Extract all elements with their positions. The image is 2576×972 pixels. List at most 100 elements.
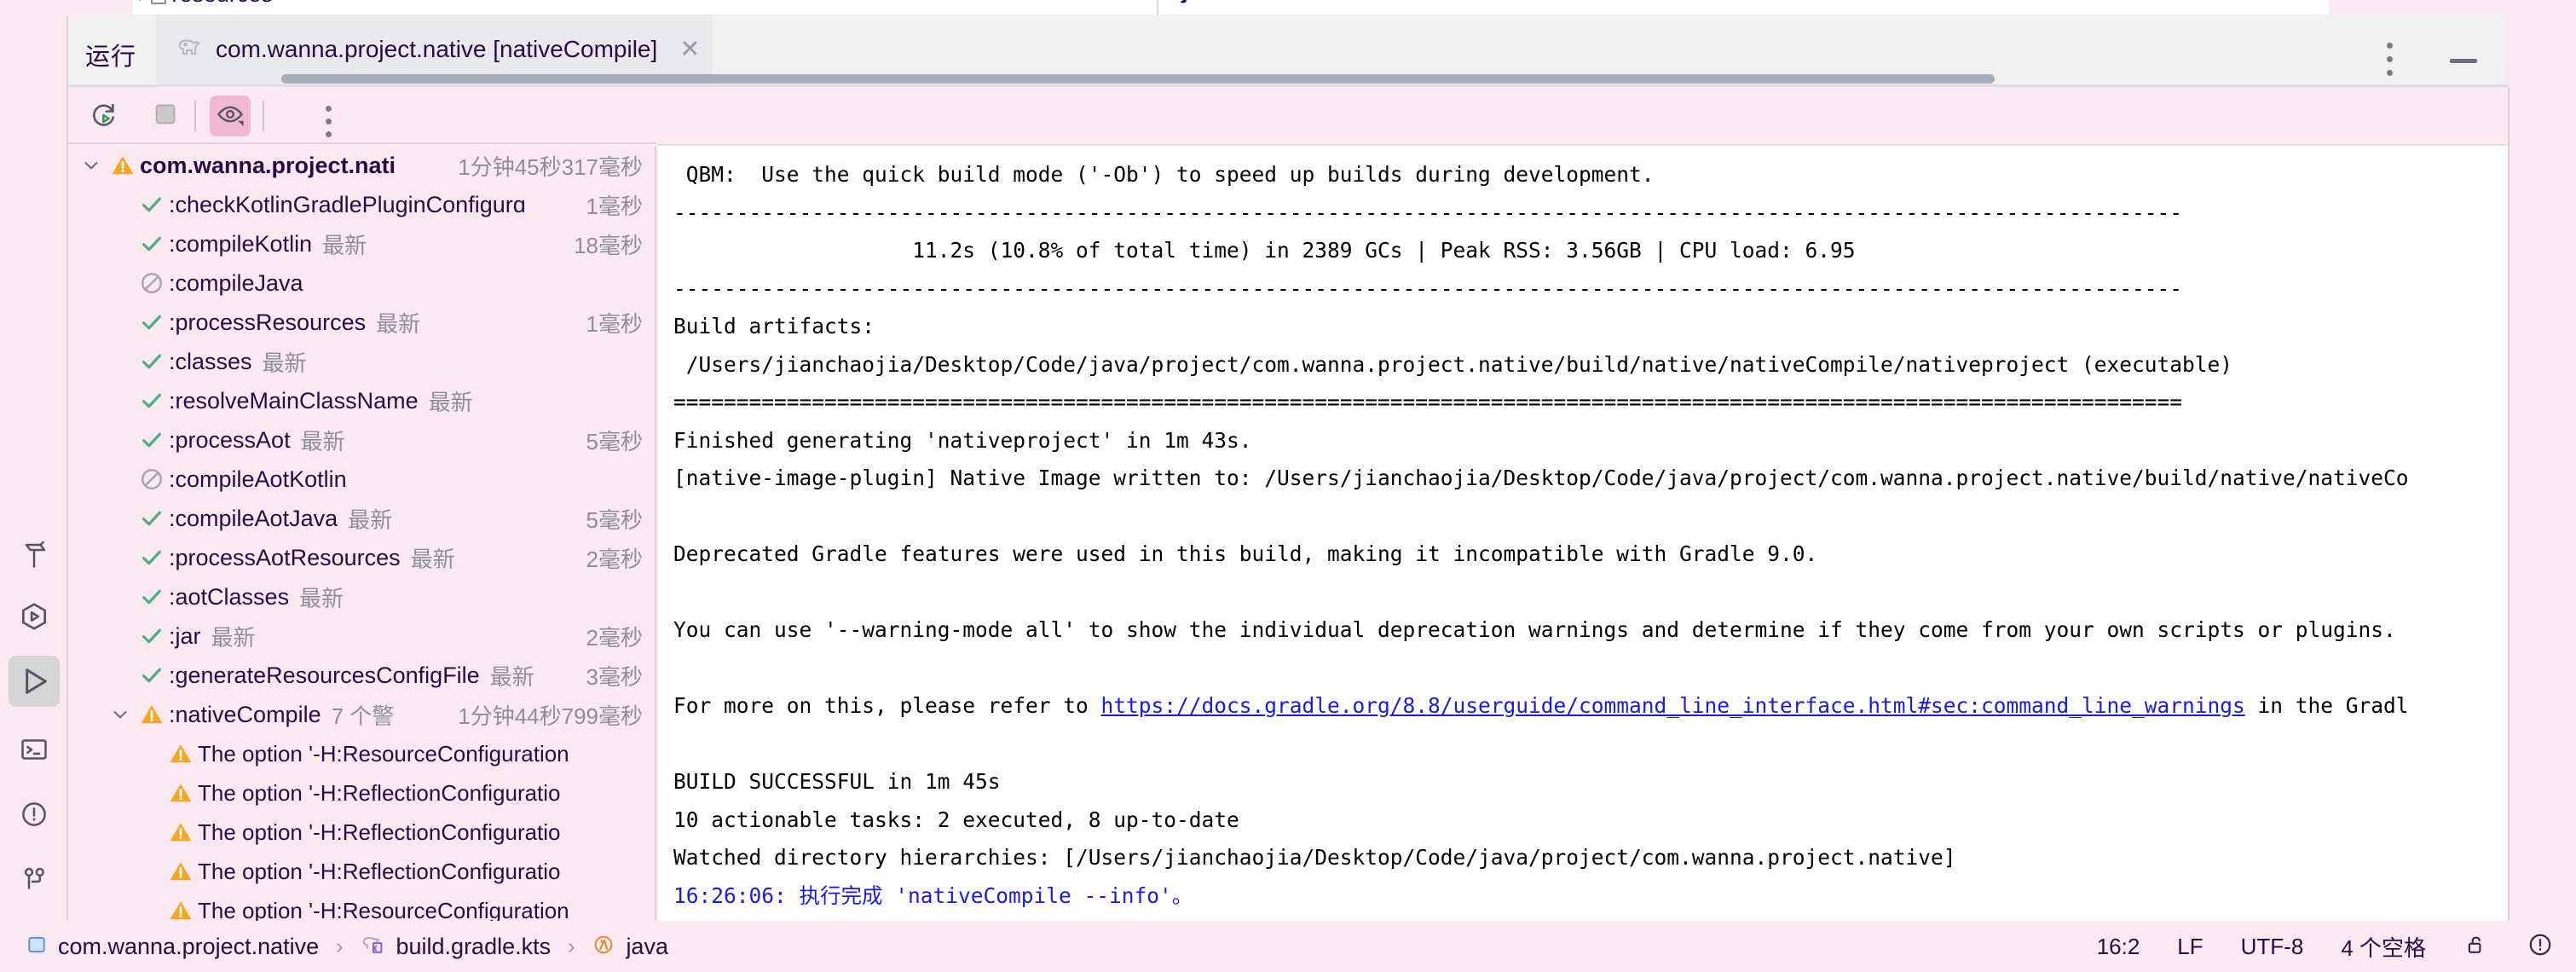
task-tree-row-label: :processAotResources [169,544,401,570]
task-tree-row-note: 最新 [300,428,345,454]
stop-button[interactable] [145,95,186,136]
task-tree-row[interactable]: :resolveMainClassName 最新 [68,381,655,420]
task-tree-row[interactable]: The option '-H:ResourceConfiguration [68,734,655,773]
activity-item-problems[interactable] [9,789,60,840]
task-tree-row[interactable]: The option '-H:ReflectionConfiguratio [68,852,655,891]
line-separator[interactable]: LF [2177,934,2203,960]
task-tree-row-time: 3毫秒 [586,663,643,690]
console-line: Finished generating 'nativeproject' in 1… [673,427,1252,453]
breadcrumb-resources[interactable]: › resources [138,0,273,8]
task-tree-row[interactable]: The option '-H:ReflectionConfiguratio [68,813,655,852]
task-tree[interactable]: com.wanna.project.nati 1分钟45秒317毫秒 :checkK… [68,146,656,921]
task-tree-row-time: 1毫秒 [586,310,643,337]
task-tree-row[interactable]: The option '-H:ReflectionConfiguratio [68,773,655,813]
console-output[interactable]: QBM: Use the quick build mode ('-Ob') to… [658,146,2508,921]
close-icon[interactable]: ✕ [679,37,700,62]
task-tree-row-note: 最新 [348,506,393,533]
console-line: Build artifacts: [673,314,875,338]
breadcrumb-separator-2: › [568,934,575,958]
task-tree-row[interactable]: :jar 最新 2毫秒 [68,616,655,656]
task-tree-row-label: :aotClasses [169,583,290,610]
stop-icon [153,102,177,130]
task-tree-row[interactable]: :processResources 最新 1毫秒 [68,303,655,342]
console-hyperlink[interactable]: https://docs.gradle.org/8.8/userguide/co… [1101,693,2245,718]
run-tool-header: 运行 com.wanna.project.native [nativeCompi… [68,14,2508,87]
activity-bar [0,14,68,921]
breadcrumb-module[interactable]: com.wanna.project.native [26,934,319,960]
console-line: [native-image-plugin] Native Image writt… [673,466,2409,490]
version-control-icon [19,864,49,894]
console-line-prefix: For more on this, please refer to [673,693,1101,718]
task-tree-row[interactable]: :processAot 最新 5毫秒 [68,420,655,460]
eye-icon [216,100,245,133]
gradle-elephant-icon [175,33,204,67]
more-options-button[interactable] [326,106,332,144]
file-encoding[interactable]: UTF-8 [2241,934,2304,960]
chevron-down-icon[interactable] [77,155,106,176]
skipped-status-icon [135,466,169,492]
chevron-right-icon: › [138,0,144,6]
console-line: 11.2s (10.8% of total time) in 2389 GCs … [673,238,1856,263]
task-tree-row-label: :checkKotlinGradlePluginConfigurɑ [169,191,526,217]
task-tree-row-time: 2毫秒 [586,546,643,572]
notifications-icon[interactable] [2527,931,2554,963]
task-tree-row[interactable]: :aotClasses 最新 [68,577,655,616]
task-tree-row[interactable]: :compileAotJava 最新 5毫秒 [68,499,655,538]
task-tree-row[interactable]: :generateResourcesConfigFile 最新 3毫秒 [68,656,655,695]
task-tree-row-label: The option '-H:ResourceConfiguration [198,897,569,922]
task-tree-row[interactable]: com.wanna.project.nati 1分钟45秒317毫秒 [68,146,655,185]
rerun-button[interactable] [84,95,124,136]
caret-position[interactable]: 16:2 [2097,934,2140,960]
task-tree-row-time: 1分钟45秒317毫秒 [458,153,643,180]
activity-item-terminal[interactable] [9,724,60,775]
activity-item-run-anything[interactable] [9,591,60,642]
run-anything-icon [18,600,50,633]
chevron-down-icon[interactable] [106,704,135,725]
task-tree-row-time: 1毫秒 [586,193,643,219]
breadcrumb-element[interactable]: java [592,933,668,961]
toggle-tasks-button[interactable] [210,95,251,136]
task-tree-row-label: :generateResourcesConfigFile [169,662,480,688]
activity-item-build[interactable] [9,529,60,581]
minimize-icon[interactable] [2450,59,2477,63]
toolbar-divider-2 [263,101,264,131]
warning-status-icon [164,819,198,845]
lock-icon[interactable] [2463,932,2489,962]
task-tree-row[interactable]: :compileAotKotlin [68,460,655,499]
breadcrumb-element-label: java [626,933,668,959]
task-tree-row[interactable]: :checkKotlinGradlePluginConfigurɑ 1毫秒 [68,185,655,224]
task-tree-row-label: :compileKotlin [169,230,313,257]
task-tree-row-label: :compileAotKotlin [169,466,347,492]
more-options-icon[interactable] [2387,43,2393,84]
console-line: 16:26:06: 执行完成 'nativeCompile --info'。 [673,882,1193,908]
task-tree-row[interactable]: :compileKotlin 最新 18毫秒 [68,224,655,263]
task-tree-row-label: :compileAotJava [169,505,338,531]
task-tree-row[interactable]: :nativeCompile 7 个警 1分钟44秒799毫秒 [68,695,655,734]
task-tree-row-label: :compileJava [169,269,303,296]
console-line: Deprecated Gradle features were used in … [673,541,1818,566]
run-config-tab-label: com.wanna.project.native [nativeCompile] [216,36,658,62]
indent-setting[interactable]: 4 个空格 [2341,931,2426,963]
resources-folder-icon [151,0,168,5]
console-line: BUILD SUCCESSFUL in 1m 45s [673,769,1001,794]
activity-item-run[interactable] [9,656,60,707]
task-tree-row-time: 2毫秒 [586,624,643,651]
task-tree-row-label: The option '-H:ReflectionConfiguratio [198,819,561,845]
task-tree-row-label: :processAot [169,426,291,453]
tab-bar-scrollbar[interactable] [281,74,1995,84]
run-toolbar [68,87,656,144]
task-tree-row-note: 最新 [489,663,534,690]
breadcrumb-module-label: com.wanna.project.native [58,933,320,959]
activity-item-version-control[interactable] [9,853,60,905]
task-tree-row[interactable]: :processAotResources 最新 2毫秒 [68,538,655,577]
breadcrumb-file[interactable]: build.gradle.kts [361,932,551,962]
task-tree-row[interactable]: The option '-H:ResourceConfiguration [68,891,655,921]
rerun-icon [90,100,118,133]
ok-status-icon [135,231,169,257]
task-tree-row[interactable]: :compileJava [68,263,655,303]
task-tree-row[interactable]: :classes 最新 [68,342,655,381]
task-tree-row-label: com.wanna.project.nati [140,152,396,178]
